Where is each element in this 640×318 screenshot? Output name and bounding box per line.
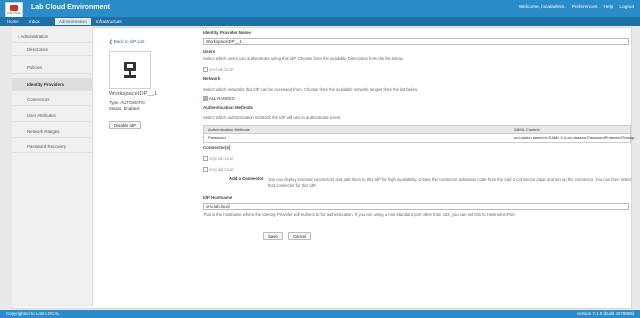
tab-administration[interactable]: Administration bbox=[55, 18, 91, 25]
logo-mark-icon bbox=[10, 5, 18, 11]
auth-methods-help: Select which authentication methods the … bbox=[203, 115, 342, 120]
column-header-saml-context: SAML Context bbox=[514, 127, 540, 132]
connector-label-1: vrgn.lab.local bbox=[209, 156, 234, 161]
idp-name-heading: WorkspaceIDP__1 bbox=[109, 91, 158, 97]
checkbox-icon bbox=[203, 167, 208, 173]
network-label: Network bbox=[203, 76, 221, 81]
idp-type: Type: AUTOMATIC bbox=[109, 100, 146, 105]
auth-method-cell: Password bbox=[208, 135, 226, 140]
footer-version: version 7.1.0 (build 4270859) bbox=[577, 311, 634, 316]
app-title: Lab Cloud Environment bbox=[31, 4, 110, 11]
main-tabs: Home Inbox Administration Infrastructure bbox=[0, 17, 640, 26]
sidebar-item-policies[interactable]: Policies bbox=[12, 61, 92, 74]
monitor-icon bbox=[124, 62, 136, 71]
sidebar-item-administration[interactable]: › Administration bbox=[12, 30, 92, 43]
checkbox-icon bbox=[203, 156, 208, 162]
users-checkbox[interactable]: vmrl.lab.local bbox=[203, 67, 233, 73]
tab-infrastructure[interactable]: Infrastructure bbox=[92, 18, 126, 25]
table-row[interactable]: Password urn:oasis:names:tc:SAML:2.0:ac:… bbox=[204, 134, 637, 142]
top-bar: LAB LOCAL Lab Cloud Environment Welcome,… bbox=[0, 0, 640, 19]
sidebar: › Administration Directories Policies Id… bbox=[12, 27, 93, 307]
sidebar-item-password-recovery[interactable]: Password Recovery bbox=[12, 140, 92, 153]
preferences-link[interactable]: Preferences bbox=[572, 5, 598, 10]
disable-idp-button[interactable]: Disable IdP bbox=[109, 121, 141, 129]
idp-status: Status: Enabled bbox=[109, 106, 140, 111]
auth-methods-table: Authentication Methods SAML Context Pass… bbox=[203, 125, 637, 143]
idp-name-label: Identity Provider Name bbox=[203, 30, 251, 35]
back-to-idp-list-link[interactable]: ❮ Back to IdP List bbox=[109, 39, 144, 45]
sidebar-item-connectors[interactable]: Connectors bbox=[12, 93, 92, 106]
connector-label-2: vrvp.lab.local bbox=[209, 167, 233, 172]
auth-methods-label: Authentication Methods bbox=[203, 105, 254, 110]
idp-hostname-label: IdP Hostname bbox=[203, 195, 233, 200]
connector-checkbox-1[interactable]: vrgn.lab.local bbox=[203, 156, 234, 162]
connector-checkbox-2[interactable]: vrvp.lab.local bbox=[203, 167, 233, 173]
add-connector-help-1: You can deploy external connectors and a… bbox=[268, 177, 632, 182]
logo-text: LAB LOCAL bbox=[6, 12, 22, 15]
help-link[interactable]: Help bbox=[603, 5, 613, 10]
saml-context-cell: urn:oasis:names:tc:SAML:2.0:ac:classes:P… bbox=[514, 135, 638, 140]
users-help: Select which users can authenticate usin… bbox=[203, 56, 404, 61]
welcome-text: Welcome, localadmin. bbox=[518, 5, 566, 10]
sidebar-item-identity-providers[interactable]: Identity Providers bbox=[12, 78, 92, 91]
logout-link[interactable]: Logout bbox=[619, 5, 634, 10]
connectors-label: Connector(s) bbox=[203, 145, 231, 150]
idp-hostname-help: This is the hostname where the Identity … bbox=[203, 212, 515, 217]
idp-name-input[interactable]: WorkspaceIDP__1 bbox=[203, 38, 629, 45]
top-nav: Welcome, localadmin. Preferences Help Lo… bbox=[519, 5, 634, 10]
checkbox-icon bbox=[203, 96, 208, 102]
cancel-button[interactable]: Cancel bbox=[288, 232, 312, 240]
table-header: Authentication Methods SAML Context bbox=[204, 126, 630, 134]
main-panel bbox=[12, 27, 632, 309]
sidebar-item-directories[interactable]: Directories bbox=[12, 43, 92, 56]
network-all-ranges-checkbox[interactable]: ALL RANGES bbox=[203, 96, 235, 102]
add-connector-button[interactable]: Add a Connector bbox=[225, 175, 268, 183]
monitor-base-icon bbox=[124, 75, 136, 78]
network-help: Select which networks this IdP can be ac… bbox=[203, 87, 419, 92]
network-option-label: ALL RANGES bbox=[209, 96, 235, 101]
sidebar-item-network-ranges[interactable]: Network Ranges bbox=[12, 125, 92, 138]
footer-copyright: Copyrighted to LAB LOCAL bbox=[6, 311, 60, 316]
add-connector-help-2: that connector for this IdP. bbox=[268, 183, 317, 188]
sidebar-item-user-attributes[interactable]: User Attributes bbox=[12, 109, 92, 122]
users-option-label: vmrl.lab.local bbox=[209, 67, 233, 72]
idp-image-box bbox=[109, 51, 151, 89]
idp-hostname-input[interactable]: vrsi.lab.local bbox=[203, 203, 629, 210]
column-header-auth-method: Authentication Methods bbox=[208, 127, 250, 132]
tab-inbox[interactable]: Inbox bbox=[25, 18, 44, 25]
checkbox-icon bbox=[203, 67, 208, 73]
footer: Copyrighted to LAB LOCAL version 7.1.0 (… bbox=[0, 310, 640, 318]
users-label: Users bbox=[203, 49, 216, 54]
tab-home[interactable]: Home bbox=[3, 18, 23, 25]
save-button[interactable]: Save bbox=[263, 232, 283, 240]
